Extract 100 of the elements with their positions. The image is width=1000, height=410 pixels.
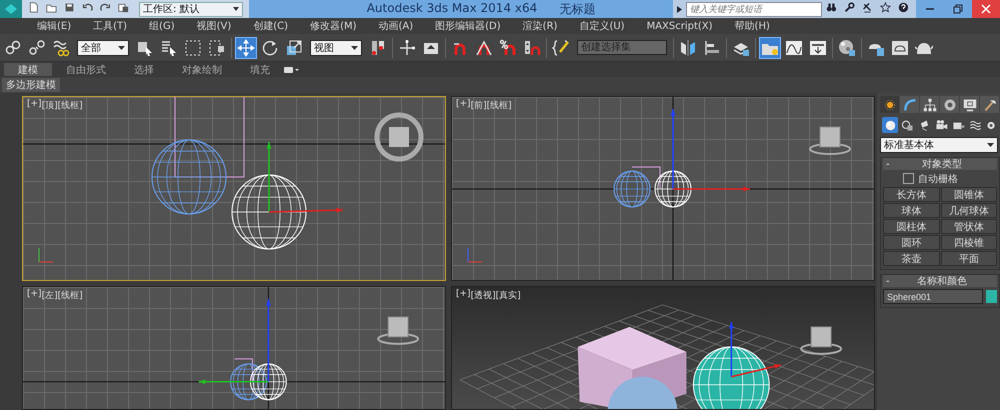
rollout-header[interactable]: - 名称和颜色 bbox=[883, 275, 997, 287]
move-tool-button[interactable] bbox=[235, 36, 257, 58]
hammer-icon bbox=[982, 98, 996, 112]
utilities-panel-tab[interactable] bbox=[980, 96, 999, 113]
viewport[interactable]: [+][透视][真实] bbox=[451, 286, 875, 410]
sphere-wireframe-drawing bbox=[654, 170, 692, 208]
toolbar-dropdown[interactable]: 全部 bbox=[77, 40, 129, 56]
shading-label[interactable]: [真实] bbox=[496, 289, 521, 302]
caret-icon bbox=[987, 143, 994, 147]
viewport[interactable]: [+][顶][线框] bbox=[22, 96, 446, 281]
named-selection-field[interactable]: 创建选择集 bbox=[577, 40, 667, 55]
object-color-swatch[interactable] bbox=[986, 290, 997, 303]
ribbon-tab[interactable]: 填充 bbox=[236, 63, 284, 76]
menu-item[interactable]: 动画(A) bbox=[368, 19, 424, 33]
primitive-button[interactable]: 茶壶 bbox=[883, 251, 940, 266]
caret-icon bbox=[233, 7, 239, 11]
primitive-button[interactable]: 四棱锥 bbox=[940, 235, 997, 250]
primitive-button[interactable]: 圆柱体 bbox=[883, 219, 940, 234]
shading-label[interactable]: [线框] bbox=[58, 289, 83, 302]
display-panel-tab[interactable] bbox=[960, 96, 979, 113]
viewport-menu[interactable]: [+] bbox=[456, 289, 471, 302]
ribbon-tab[interactable]: 对象绘制 bbox=[168, 63, 236, 76]
close-button[interactable] bbox=[972, 0, 1000, 18]
workspace-dropdown[interactable]: 工作区: 默认 bbox=[139, 2, 243, 16]
move-gizmo-drawing[interactable] bbox=[728, 322, 782, 378]
menu-item[interactable]: 图形编辑器(D) bbox=[424, 19, 512, 33]
object-category-dropdown[interactable]: 标准基本体 bbox=[880, 137, 998, 153]
geometry-category-button[interactable] bbox=[882, 117, 898, 133]
viewcube-icon[interactable] bbox=[800, 326, 842, 355]
teapot-frame-icon bbox=[891, 38, 909, 56]
view-label[interactable]: [顶] bbox=[42, 99, 58, 112]
viewport-menu[interactable]: [+] bbox=[27, 99, 42, 112]
primitive-button[interactable]: 几何球体 bbox=[940, 203, 997, 218]
material-sphere-icon bbox=[838, 38, 856, 56]
panel-tab[interactable]: 多边形建模 bbox=[2, 78, 60, 92]
viewport[interactable]: [+][前][线框] bbox=[451, 96, 875, 281]
motion-icon bbox=[942, 98, 956, 112]
search-field[interactable]: 键入关键字或短语 bbox=[686, 2, 822, 16]
viewcube-icon[interactable] bbox=[374, 112, 424, 162]
collapse-toggle[interactable]: - bbox=[886, 276, 890, 286]
camera-icon bbox=[934, 118, 948, 132]
autogrid-checkbox[interactable] bbox=[903, 173, 914, 184]
align-icon bbox=[703, 38, 721, 56]
hierarchy-panel-tab[interactable] bbox=[920, 96, 939, 113]
toolbar-dropdown[interactable]: 视图 bbox=[310, 40, 362, 56]
primitive-button[interactable]: 管状体 bbox=[940, 219, 997, 234]
primitive-button[interactable]: 球体 bbox=[883, 203, 940, 218]
move-gizmo-drawing[interactable] bbox=[266, 142, 344, 213]
sphere-icon bbox=[884, 118, 896, 132]
menu-item[interactable]: 组(G) bbox=[138, 19, 186, 33]
menu-item[interactable]: 修改器(M) bbox=[299, 19, 368, 33]
motion-panel-tab[interactable] bbox=[940, 96, 959, 113]
menu-item[interactable]: 视图(V) bbox=[186, 19, 242, 33]
view-label[interactable]: [透视] bbox=[470, 289, 496, 302]
object-name-field[interactable]: Sphere001 bbox=[883, 289, 983, 304]
rollout-header[interactable]: - 对象类型 bbox=[883, 158, 997, 170]
monitor-icon bbox=[962, 98, 976, 112]
list-cursor-icon bbox=[160, 38, 178, 56]
viewport-menu[interactable]: [+] bbox=[27, 289, 42, 302]
window-title: Autodesk 3ds Max 2014 x64 bbox=[366, 0, 538, 16]
arc-icon bbox=[902, 98, 916, 112]
pivot-icon bbox=[369, 38, 387, 56]
angle-magnet-icon bbox=[475, 38, 493, 56]
view-label[interactable]: [前] bbox=[470, 99, 487, 112]
expand-arrow-icon[interactable] bbox=[677, 6, 682, 12]
menu-item[interactable]: MAXScript(X) bbox=[636, 20, 724, 32]
viewport-menu[interactable]: [+] bbox=[456, 99, 471, 112]
viewcube-icon[interactable] bbox=[377, 316, 420, 345]
spinner-magnet-icon bbox=[523, 38, 541, 56]
box-wireframe-drawing bbox=[234, 358, 253, 382]
viewcube-icon[interactable] bbox=[809, 126, 851, 155]
menu-item[interactable]: 帮助(H) bbox=[724, 19, 781, 33]
menu-item[interactable]: 渲染(R) bbox=[512, 19, 568, 33]
chain-link-icon bbox=[4, 38, 22, 56]
window-crossing-icon bbox=[208, 38, 226, 56]
viewport[interactable]: [+][左][线框] bbox=[22, 286, 446, 410]
ribbon-tab[interactable]: 选择 bbox=[120, 63, 168, 76]
primitive-button[interactable]: 圆环 bbox=[883, 235, 940, 250]
shading-label[interactable]: [线框] bbox=[486, 99, 512, 112]
collapse-toggle[interactable]: - bbox=[886, 158, 890, 170]
box-wireframe-drawing bbox=[632, 166, 660, 190]
primitive-button[interactable]: 平面 bbox=[940, 251, 997, 266]
view-label[interactable]: [左] bbox=[42, 289, 58, 302]
primitive-button[interactable]: 圆锥体 bbox=[940, 187, 997, 202]
wave-chain-icon bbox=[52, 38, 70, 56]
primitive-button[interactable]: 长方体 bbox=[883, 187, 940, 202]
shapes-icon bbox=[900, 118, 914, 132]
create-panel-tab[interactable] bbox=[880, 96, 899, 113]
menu-item[interactable]: 自定义(U) bbox=[568, 19, 636, 33]
restore-icon bbox=[953, 4, 963, 14]
ribbon-tab[interactable]: 建模 bbox=[4, 63, 52, 76]
modify-panel-tab[interactable] bbox=[900, 96, 919, 113]
ribbon-tab[interactable]: 自由形式 bbox=[52, 63, 120, 76]
menu-item[interactable]: 工具(T) bbox=[82, 19, 138, 33]
menu-item[interactable]: 编辑(E) bbox=[26, 19, 82, 33]
shading-label[interactable]: [线框] bbox=[58, 99, 83, 112]
explorer-tool-button[interactable] bbox=[759, 36, 781, 58]
menu-item[interactable]: 创建(C) bbox=[242, 19, 300, 33]
axis-tripod-icon bbox=[468, 248, 482, 262]
crosshair-icon bbox=[398, 38, 416, 56]
